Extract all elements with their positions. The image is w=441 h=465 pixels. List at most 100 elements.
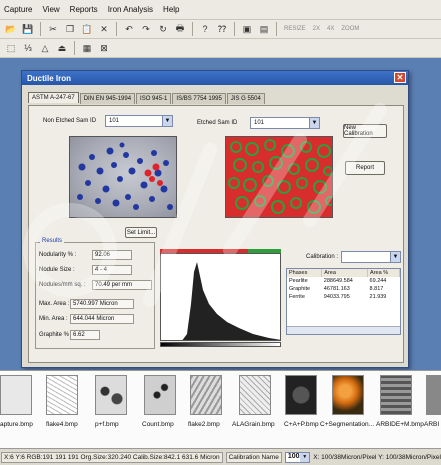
set-limit-button[interactable]: Set Limit... (125, 227, 157, 238)
thumbnail-9[interactable] (426, 375, 441, 415)
zoom-2x-button[interactable]: 2X (311, 26, 322, 32)
toolbar-separator (276, 22, 277, 36)
table-row[interactable]: Graphite 46781.163 8.817 (287, 285, 400, 293)
zoom-select[interactable]: 100X ▼ (284, 451, 311, 463)
grayscale-gradient (160, 342, 281, 347)
thumbnail-label: ALAGrain.bmp (232, 421, 275, 428)
gallery-icon[interactable]: ▤ (257, 22, 271, 36)
thumbnail-label: C+A+P.bmp (284, 421, 319, 428)
thumbnail-6[interactable] (285, 375, 317, 415)
thumbnail-label: apture.bmp (0, 421, 33, 428)
etched-select[interactable]: 101 ▼ (250, 117, 320, 129)
thumbnail-5[interactable] (239, 375, 271, 415)
zoom-4x-button[interactable]: 4X (325, 26, 336, 32)
close-image-icon[interactable]: ⊠ (97, 41, 111, 55)
annotate-icon[interactable]: ⏏ (55, 41, 69, 55)
dialog-title: Ductile Iron (27, 73, 72, 83)
chevron-down-icon[interactable]: ▼ (309, 118, 319, 128)
table-cell: 8.817 (369, 286, 384, 292)
max-area-value: 5740.997 Micron (70, 299, 134, 309)
resize-button[interactable]: RESIZE (282, 26, 308, 32)
phase-table: Phases Area Area % Pearlite 288649.584 6… (286, 268, 401, 335)
results-group: Results Nodularity % : 92.06 Nodule Size… (35, 238, 155, 349)
cut-icon[interactable]: ✂ (46, 22, 60, 36)
menu-reports[interactable]: Reports (70, 5, 98, 14)
redo-icon[interactable]: ↷ (139, 22, 153, 36)
non-etched-label: Non Etched Sam ID (43, 118, 97, 124)
chevron-down-icon[interactable]: ▼ (162, 116, 172, 126)
nodule-dots (77, 142, 173, 210)
table-cell: 21.939 (369, 294, 387, 300)
report-button[interactable]: Report (345, 161, 385, 175)
refresh-icon[interactable]: ↻ (156, 22, 170, 36)
close-icon[interactable]: ✕ (394, 72, 406, 83)
tab-is-bs[interactable]: IS/BS 7754 1995 (172, 93, 226, 104)
tab-iso[interactable]: ISO 945-1 (136, 93, 172, 104)
zoom-button[interactable]: ZOOM (339, 26, 361, 32)
chevron-down-icon[interactable]: ▼ (390, 252, 400, 262)
graphite-label: Graphite % : (39, 332, 73, 338)
etched-label: Etched Sam ID (197, 120, 238, 126)
menu-capture[interactable]: Capture (4, 5, 32, 14)
tab-din[interactable]: DIN EN 945-1994 (79, 93, 136, 104)
nodularity-label: Nodularity % : (39, 252, 77, 258)
results-title: Results (40, 238, 65, 244)
table-cell: Pearlite (289, 278, 308, 284)
save-icon[interactable]: 💾 (21, 22, 35, 36)
menu-help[interactable]: Help (163, 5, 179, 14)
table-row[interactable]: Ferrite 94033.795 21.939 (287, 293, 400, 301)
paste-icon[interactable]: 📋 (80, 22, 94, 36)
menu-view[interactable]: View (42, 5, 59, 14)
delete-icon[interactable]: ✕ (97, 22, 111, 36)
capture-icon[interactable]: ▣ (240, 22, 254, 36)
table-cell: 69.244 (369, 278, 387, 284)
column-header[interactable]: Area (321, 269, 369, 277)
menu-iron-analysis[interactable]: Iron Analysis (108, 5, 153, 14)
table-row[interactable]: Pearlite 288649.584 69.244 (287, 277, 400, 285)
tab-astm[interactable]: ASTM A-247-67 (28, 92, 79, 103)
dialog-titlebar[interactable]: Ductile Iron ✕ (22, 71, 408, 85)
measure-icon[interactable]: △ (38, 41, 52, 55)
thumbnail-label: flake4.bmp (46, 421, 78, 428)
horizontal-scrollbar[interactable] (287, 326, 400, 334)
copy-icon[interactable]: ❐ (63, 22, 77, 36)
main-toolbar: 📂 💾 ✂ ❐ 📋 ✕ ↶ ↷ ↻ 🖶 ? ⁇ ▣ ▤ RESIZE 2X 4X… (0, 20, 441, 39)
column-header[interactable]: Area % (367, 269, 400, 277)
nodule-size-label: Nodule Size : (39, 267, 75, 273)
grid-icon[interactable]: ▦ (80, 41, 94, 55)
max-area-label: Max. Area : (39, 301, 70, 307)
thumbnail-0[interactable] (0, 375, 32, 415)
thumbnail-label: ARBI (424, 421, 440, 428)
status-calibration-label: Calibration Name (225, 451, 282, 463)
threshold-bar[interactable] (160, 248, 281, 253)
calibration-select[interactable]: ▼ (341, 251, 401, 263)
calibration-label: Calibration : (306, 254, 339, 260)
tab-jis[interactable]: JIS G 5504 (226, 93, 265, 104)
thumbnail-1[interactable] (46, 375, 78, 415)
thumbnail-2[interactable] (95, 375, 127, 415)
non-etched-select[interactable]: 101 ▼ (105, 115, 173, 127)
column-header[interactable]: Phases (287, 269, 323, 277)
chevron-down-icon[interactable]: ▼ (300, 452, 310, 462)
new-calibration-button[interactable]: New Calibration (343, 124, 387, 138)
open-folder-icon[interactable]: 📂 (4, 22, 18, 36)
etched-micrograph (225, 136, 333, 218)
select-icon[interactable]: ⬚ (4, 41, 18, 55)
thumbnail-4[interactable] (190, 375, 222, 415)
toolbar-separator (116, 22, 117, 36)
ductile-iron-dialog: Ductile Iron ✕ ASTM A-247-67 DIN EN 945-… (21, 70, 409, 368)
thumbnail-3[interactable] (144, 375, 176, 415)
nodules-mm-label: Nodules/mm sq. : (39, 282, 86, 288)
help-icon[interactable]: ? (198, 22, 212, 36)
thumbnail-label: ARBIDE+M.bmp (376, 421, 424, 428)
thumbnail-7[interactable] (332, 375, 364, 415)
min-area-label: Min. Area : (39, 316, 68, 322)
min-area-value: 644.044 Micron (70, 314, 134, 324)
etched-value: 101 (254, 120, 265, 126)
undo-icon[interactable]: ↶ (122, 22, 136, 36)
scale-icon[interactable]: ⅓ (21, 41, 35, 55)
print-icon[interactable]: 🖶 (173, 22, 187, 36)
toolbar-separator (234, 22, 235, 36)
context-help-icon[interactable]: ⁇ (215, 22, 229, 36)
thumbnail-8[interactable] (380, 375, 412, 415)
